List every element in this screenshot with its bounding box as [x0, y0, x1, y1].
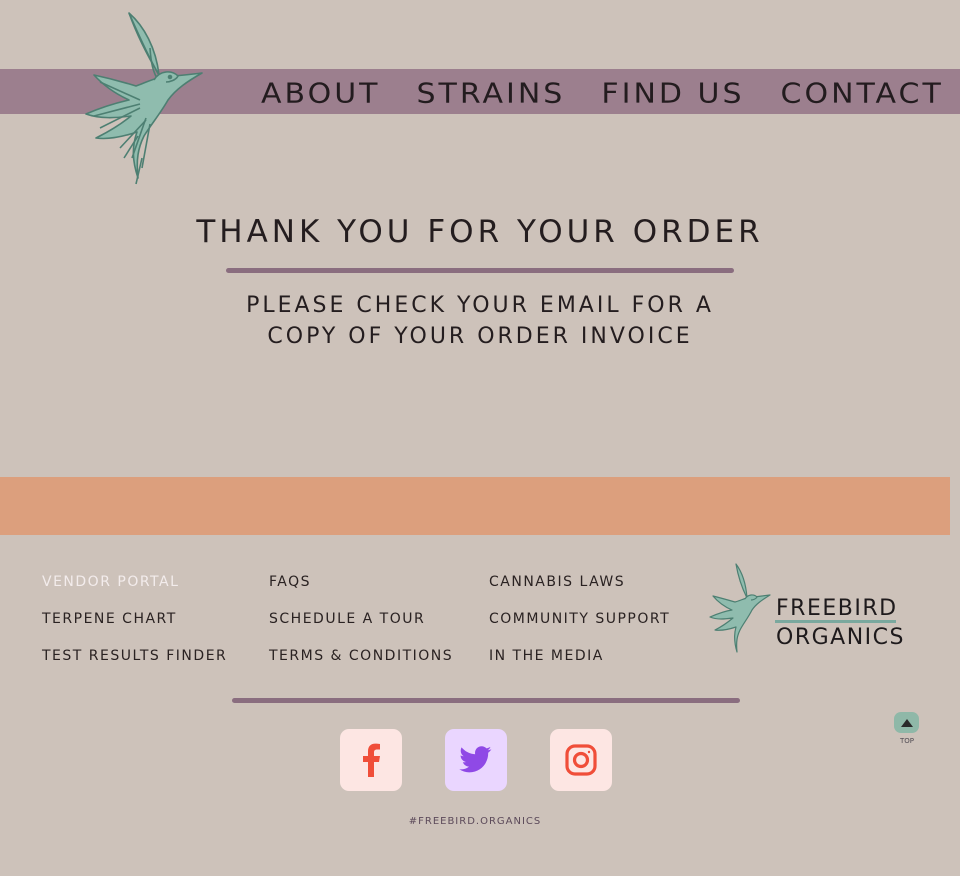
title-divider [226, 268, 734, 273]
footer-link-vendor-portal[interactable]: VENDOR PORTAL [42, 573, 179, 591]
main-nav: ABOUT STRAINS FIND US CONTACT [261, 74, 944, 114]
back-to-top-button[interactable] [894, 712, 919, 733]
footer-band [0, 477, 950, 535]
hashtag[interactable]: #FREEBIRD.ORGANICS [0, 816, 950, 827]
footer-link-cannabis-laws[interactable]: CANNABIS LAWS [489, 573, 625, 591]
footer-link-terms[interactable]: TERMS & CONDITIONS [269, 647, 453, 665]
facebook-icon [363, 743, 380, 777]
nav-strains[interactable]: STRAINS [416, 76, 565, 113]
twitter-icon [459, 746, 492, 773]
order-message-line-2: COPY OF YOUR ORDER INVOICE [267, 324, 693, 349]
page-title: THANK YOU FOR YOUR ORDER [196, 214, 764, 250]
hummingbird-logo-icon[interactable] [80, 8, 208, 186]
footer-link-schedule-tour[interactable]: SCHEDULE A TOUR [269, 610, 425, 628]
footer-link-test-results-finder[interactable]: TEST RESULTS FINDER [42, 647, 227, 665]
brand-rule [775, 620, 896, 623]
instagram-button[interactable] [550, 729, 612, 791]
footer-link-in-the-media[interactable]: IN THE MEDIA [489, 647, 604, 665]
arrow-up-icon [900, 718, 913, 727]
instagram-icon [565, 744, 597, 776]
back-to-top-label: TOP [899, 737, 914, 745]
footer-divider [232, 698, 740, 703]
footer-link-terpene-chart[interactable]: TERPENE CHART [42, 610, 177, 628]
nav-contact[interactable]: CONTACT [781, 76, 944, 113]
footer-link-faqs[interactable]: FAQS [269, 573, 311, 591]
nav-about[interactable]: ABOUT [261, 76, 380, 113]
nav-find-us[interactable]: FIND US [601, 76, 744, 113]
brand-name-line-2: ORGANICS [776, 625, 905, 650]
twitter-button[interactable] [445, 729, 507, 791]
order-message-line-1: PLEASE CHECK YOUR EMAIL FOR A [246, 293, 714, 318]
brand-name-line-1: FREEBIRD [776, 596, 898, 621]
order-message: PLEASE CHECK YOUR EMAIL FOR A COPY OF YO… [0, 290, 960, 352]
facebook-button[interactable] [340, 729, 402, 791]
footer-link-community-support[interactable]: COMMUNITY SUPPORT [489, 610, 670, 628]
